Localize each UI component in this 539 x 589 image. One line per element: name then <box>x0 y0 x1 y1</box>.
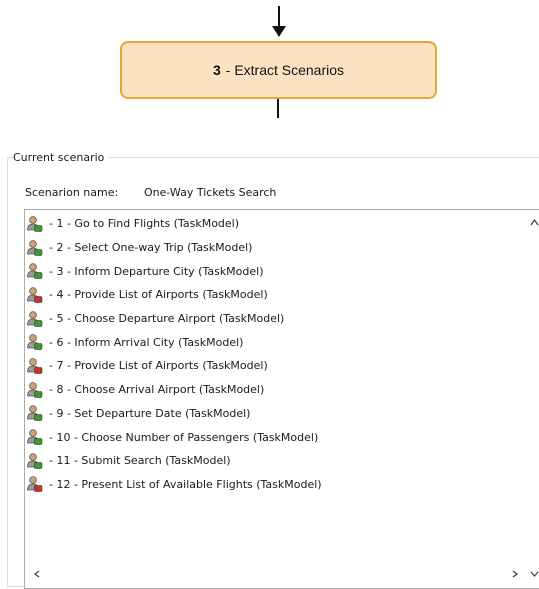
list-item-label: - 7 - Provide List of Airports (TaskMode… <box>49 359 268 373</box>
list-item[interactable]: - 9 - Set Departure Date (TaskModel) <box>25 402 539 426</box>
list-item[interactable]: - 3 - Inform Departure City (TaskModel) <box>25 259 539 283</box>
list-item[interactable]: - 4 - Provide List of Airports (TaskMode… <box>25 283 539 307</box>
list-item-label: - 1 - Go to Find Flights (TaskModel) <box>49 217 240 231</box>
scroll-left-icon[interactable] <box>34 570 40 578</box>
step-label: - Extract Scenarios <box>225 62 345 78</box>
scroll-right-icon[interactable] <box>512 570 518 578</box>
list-item[interactable]: - 10 - Choose Number of Passengers (Task… <box>25 425 539 449</box>
user-task-icon <box>27 381 43 398</box>
flow-connector <box>277 99 279 118</box>
list-item[interactable]: - 2 - Select One-way Trip (TaskModel) <box>25 236 539 260</box>
list-item-label: - 12 - Present List of Available Flights… <box>49 477 322 491</box>
list-item-label: - 10 - Choose Number of Passengers (Task… <box>49 430 319 444</box>
list-item-label: - 3 - Inform Departure City (TaskModel) <box>49 264 264 278</box>
user-task-icon <box>27 263 43 279</box>
user-task-icon <box>27 334 43 351</box>
scenario-steps: - 1 - Go to Find Flights (TaskModel) - 2 … <box>25 212 539 496</box>
scenario-steps-list[interactable]: - 1 - Go to Find Flights (TaskModel) - 2 … <box>24 209 539 589</box>
list-item[interactable]: - 5 - Choose Departure Airport (TaskMode… <box>25 307 539 331</box>
list-item[interactable]: - 6 - Inform Arrival City (TaskModel) <box>25 330 539 354</box>
flow-arrow-icon <box>272 6 286 37</box>
list-item-label: - 4 - Provide List of Airports (TaskMode… <box>49 288 268 302</box>
list-item-label: - 11 - Submit Search (TaskModel) <box>49 454 231 468</box>
system-task-icon <box>27 476 43 493</box>
list-item-label: - 2 - Select One-way Trip (TaskModel) <box>49 241 253 255</box>
list-item[interactable]: - 7 - Provide List of Airports (TaskMode… <box>25 354 539 378</box>
list-item-label: - 8 - Choose Arrival Airport (TaskModel) <box>49 383 265 397</box>
user-task-icon <box>27 405 43 422</box>
list-item-label: - 5 - Choose Departure Airport (TaskMode… <box>49 312 285 326</box>
workflow-step-node[interactable]: 3 - Extract Scenarios <box>120 41 437 99</box>
scenario-name-label: Scenarion name: <box>25 186 119 199</box>
user-task-icon <box>27 429 43 445</box>
step-number: 3 <box>212 62 221 78</box>
group-title: Current scenario <box>13 151 109 164</box>
scroll-down-icon[interactable] <box>530 571 539 577</box>
scroll-up-icon[interactable] <box>530 218 539 227</box>
user-task-icon <box>27 452 43 469</box>
user-task-icon <box>27 216 43 232</box>
list-item-label: - 9 - Set Departure Date (TaskModel) <box>49 406 251 420</box>
list-item[interactable]: - 11 - Submit Search (TaskModel) <box>25 449 539 473</box>
list-item-label: - 6 - Inform Arrival City (TaskModel) <box>49 335 244 349</box>
user-task-icon <box>27 310 43 327</box>
list-item[interactable]: - 8 - Choose Arrival Airport (TaskModel) <box>25 378 539 402</box>
scenario-name-value: One-Way Tickets Search <box>144 186 277 199</box>
list-item[interactable]: - 12 - Present List of Available Flights… <box>25 473 539 497</box>
system-task-icon <box>27 358 43 374</box>
scenario-name-row: Scenarion name: One-Way Tickets Search <box>25 186 276 199</box>
list-item[interactable]: - 1 - Go to Find Flights (TaskModel) <box>25 212 539 236</box>
system-task-icon <box>27 287 43 303</box>
user-task-icon <box>27 239 43 256</box>
